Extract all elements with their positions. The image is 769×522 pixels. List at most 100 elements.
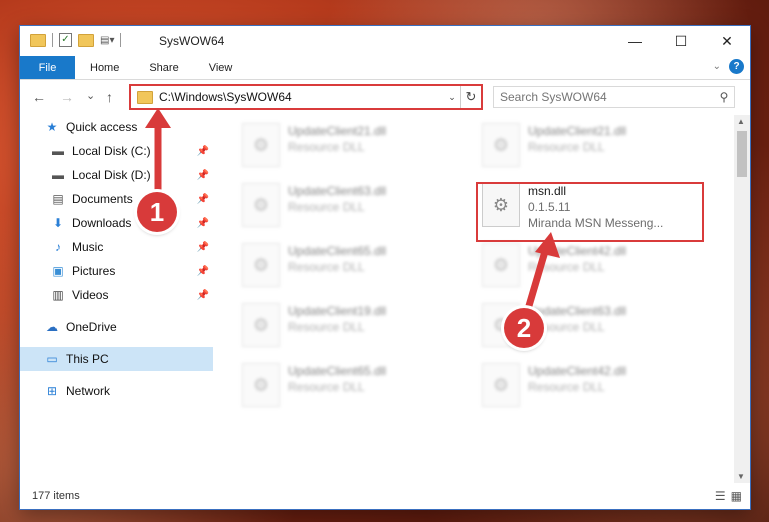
file-type: Resource DLL [528,380,605,394]
download-icon: ⬇ [52,216,64,230]
folder-icon [137,90,153,104]
status-bar: 177 items ☰ ▦ [20,483,750,509]
sidebar-item-label: This PC [66,352,109,366]
file-item[interactable]: ⚙ UpdateClient42.dll Resource DLL [482,363,702,413]
pin-icon: 📌 [196,169,209,181]
sidebar-item-onedrive[interactable]: ☁ OneDrive [20,315,213,339]
vertical-scrollbar[interactable]: ▲ ▼ [734,115,750,483]
dll-file-icon: ⚙ [242,363,280,407]
sidebar-item-downloads[interactable]: ⬇ Downloads 📌 [20,211,213,235]
drive-icon: ▬ [52,144,64,158]
navigation-row: ← → ⌄ ↑ C:\Windows\SysWOW64 ⌄ ↻ ⚲ [20,80,750,116]
dll-file-icon: ⚙ [242,303,280,347]
cloud-icon: ☁ [46,320,58,334]
sidebar-item-local-disk-d[interactable]: ▬ Local Disk (D:) 📌 [20,163,213,187]
file-list: ⚙ UpdateClient21.dll Resource DLL ⚙ Updat… [220,115,732,483]
details-view-icon[interactable]: ☰ [715,489,726,503]
scroll-up-icon[interactable]: ▲ [737,117,745,126]
view-toggles: ☰ ▦ [715,489,742,503]
address-bar[interactable]: C:\Windows\SysWOW64 ⌄ ↻ [129,84,483,110]
sidebar-item-label: Music [72,240,104,254]
tab-view[interactable]: View [194,56,248,79]
sidebar-item-this-pc[interactable]: ▭ This PC [20,347,213,371]
up-button[interactable]: ↑ [106,89,113,105]
sidebar-item-videos[interactable]: ▥ Videos 📌 [20,283,213,307]
sidebar-item-pictures[interactable]: ▣ Pictures 📌 [20,259,213,283]
file-type: Resource DLL [288,200,365,214]
drive-icon: ▬ [52,168,64,182]
file-item[interactable]: ⚙ UpdateClient63.dll Resource DLL [242,183,462,233]
large-icons-view-icon[interactable]: ▦ [731,489,742,503]
file-name: UpdateClient65.dll [288,364,387,378]
new-folder-icon[interactable] [78,33,94,47]
search-icon[interactable]: ⚲ [714,90,734,104]
dll-file-icon: ⚙ [242,123,280,167]
file-item[interactable]: ⚙ UpdateClient42.dll Resource DLL [482,243,702,293]
divider [120,33,122,47]
explorer-window: ✓ ▤▾ SysWOW64 — ☐ ✕ File Home Share View… [20,26,750,509]
expand-ribbon-icon[interactable]: ⌄ [713,61,721,72]
file-item[interactable]: ⚙ UpdateClient19.dll Resource DLL [242,303,462,353]
help-icon[interactable]: ? [729,59,744,74]
sidebar-item-local-disk-c[interactable]: ▬ Local Disk (C:) 📌 [20,139,213,163]
file-name: UpdateClient19.dll [288,304,387,318]
navigation-pane: ★ Quick access ▬ Local Disk (C:) 📌 ▬ Loc… [20,115,213,483]
file-item[interactable]: ⚙ UpdateClient65.dll Resource DLL [242,363,462,413]
scroll-down-icon[interactable]: ▼ [737,472,745,481]
file-name: UpdateClient21.dll [288,124,387,138]
folder-icon [30,33,46,47]
sidebar-item-network[interactable]: ⊞ Network [20,379,213,403]
forward-button[interactable]: → [60,89,74,105]
star-icon: ★ [46,120,58,134]
file-item[interactable]: ⚙ UpdateClient21.dll Resource DLL [482,123,702,173]
search-input[interactable] [494,89,714,105]
file-name: UpdateClient42.dll [528,244,627,258]
close-button[interactable]: ✕ [704,26,750,56]
pin-icon: 📌 [196,289,209,301]
pin-icon: 📌 [196,241,209,253]
file-item[interactable]: ⚙ UpdateClient21.dll Resource DLL [242,123,462,173]
customize-toolbar-icon[interactable]: ▤▾ [100,35,114,46]
address-path[interactable]: C:\Windows\SysWOW64 [159,90,444,104]
dll-file-icon: ⚙ [482,123,520,167]
sidebar-item-quick-access[interactable]: ★ Quick access [20,115,213,139]
refresh-icon[interactable]: ↻ [460,86,481,108]
maximize-button[interactable]: ☐ [658,26,704,56]
dll-file-icon: ⚙ [242,243,280,287]
dll-file-icon: ⚙ [482,243,520,287]
file-name: UpdateClient65.dll [288,244,387,258]
window-controls: — ☐ ✕ [612,26,750,56]
sidebar-item-label: Network [66,384,111,398]
file-type: Resource DLL [528,140,605,154]
pin-icon: 📌 [196,217,209,229]
tab-share[interactable]: Share [134,56,193,79]
tab-home[interactable]: Home [75,56,134,79]
back-button[interactable]: ← [32,89,46,105]
file-type: Resource DLL [288,380,365,394]
sidebar-item-documents[interactable]: ▤ Documents 📌 [20,187,213,211]
sidebar-item-label: Videos [72,288,109,302]
properties-icon[interactable]: ✓ [59,33,72,47]
file-type: Resource DLL [528,260,605,274]
recent-locations-button[interactable]: ⌄ [86,89,95,102]
step-1-badge: 1 [137,192,177,232]
ribbon-controls: ⌄ ? [713,59,744,74]
tab-file[interactable]: File [20,56,75,79]
dll-file-icon: ⚙ [482,363,520,407]
file-item[interactable]: ⚙ UpdateClient65.dll Resource DLL [242,243,462,293]
sidebar-item-music[interactable]: ♪ Music 📌 [20,235,213,259]
music-icon: ♪ [55,240,61,254]
file-type: Resource DLL [288,260,365,274]
title-bar: ✓ ▤▾ SysWOW64 — ☐ ✕ [20,26,750,56]
address-dropdown-icon[interactable]: ⌄ [444,92,460,103]
sidebar-item-label: OneDrive [66,320,117,334]
network-icon: ⊞ [46,384,58,398]
search-box[interactable]: ⚲ [493,86,735,108]
step-2-badge: 2 [504,308,544,348]
scrollbar-thumb[interactable] [737,131,747,177]
file-type: Resource DLL [288,140,365,154]
sidebar-item-label: Pictures [72,264,116,278]
sidebar-item-label: Downloads [72,216,132,230]
minimize-button[interactable]: — [612,26,658,56]
pin-icon: 📌 [196,265,209,277]
